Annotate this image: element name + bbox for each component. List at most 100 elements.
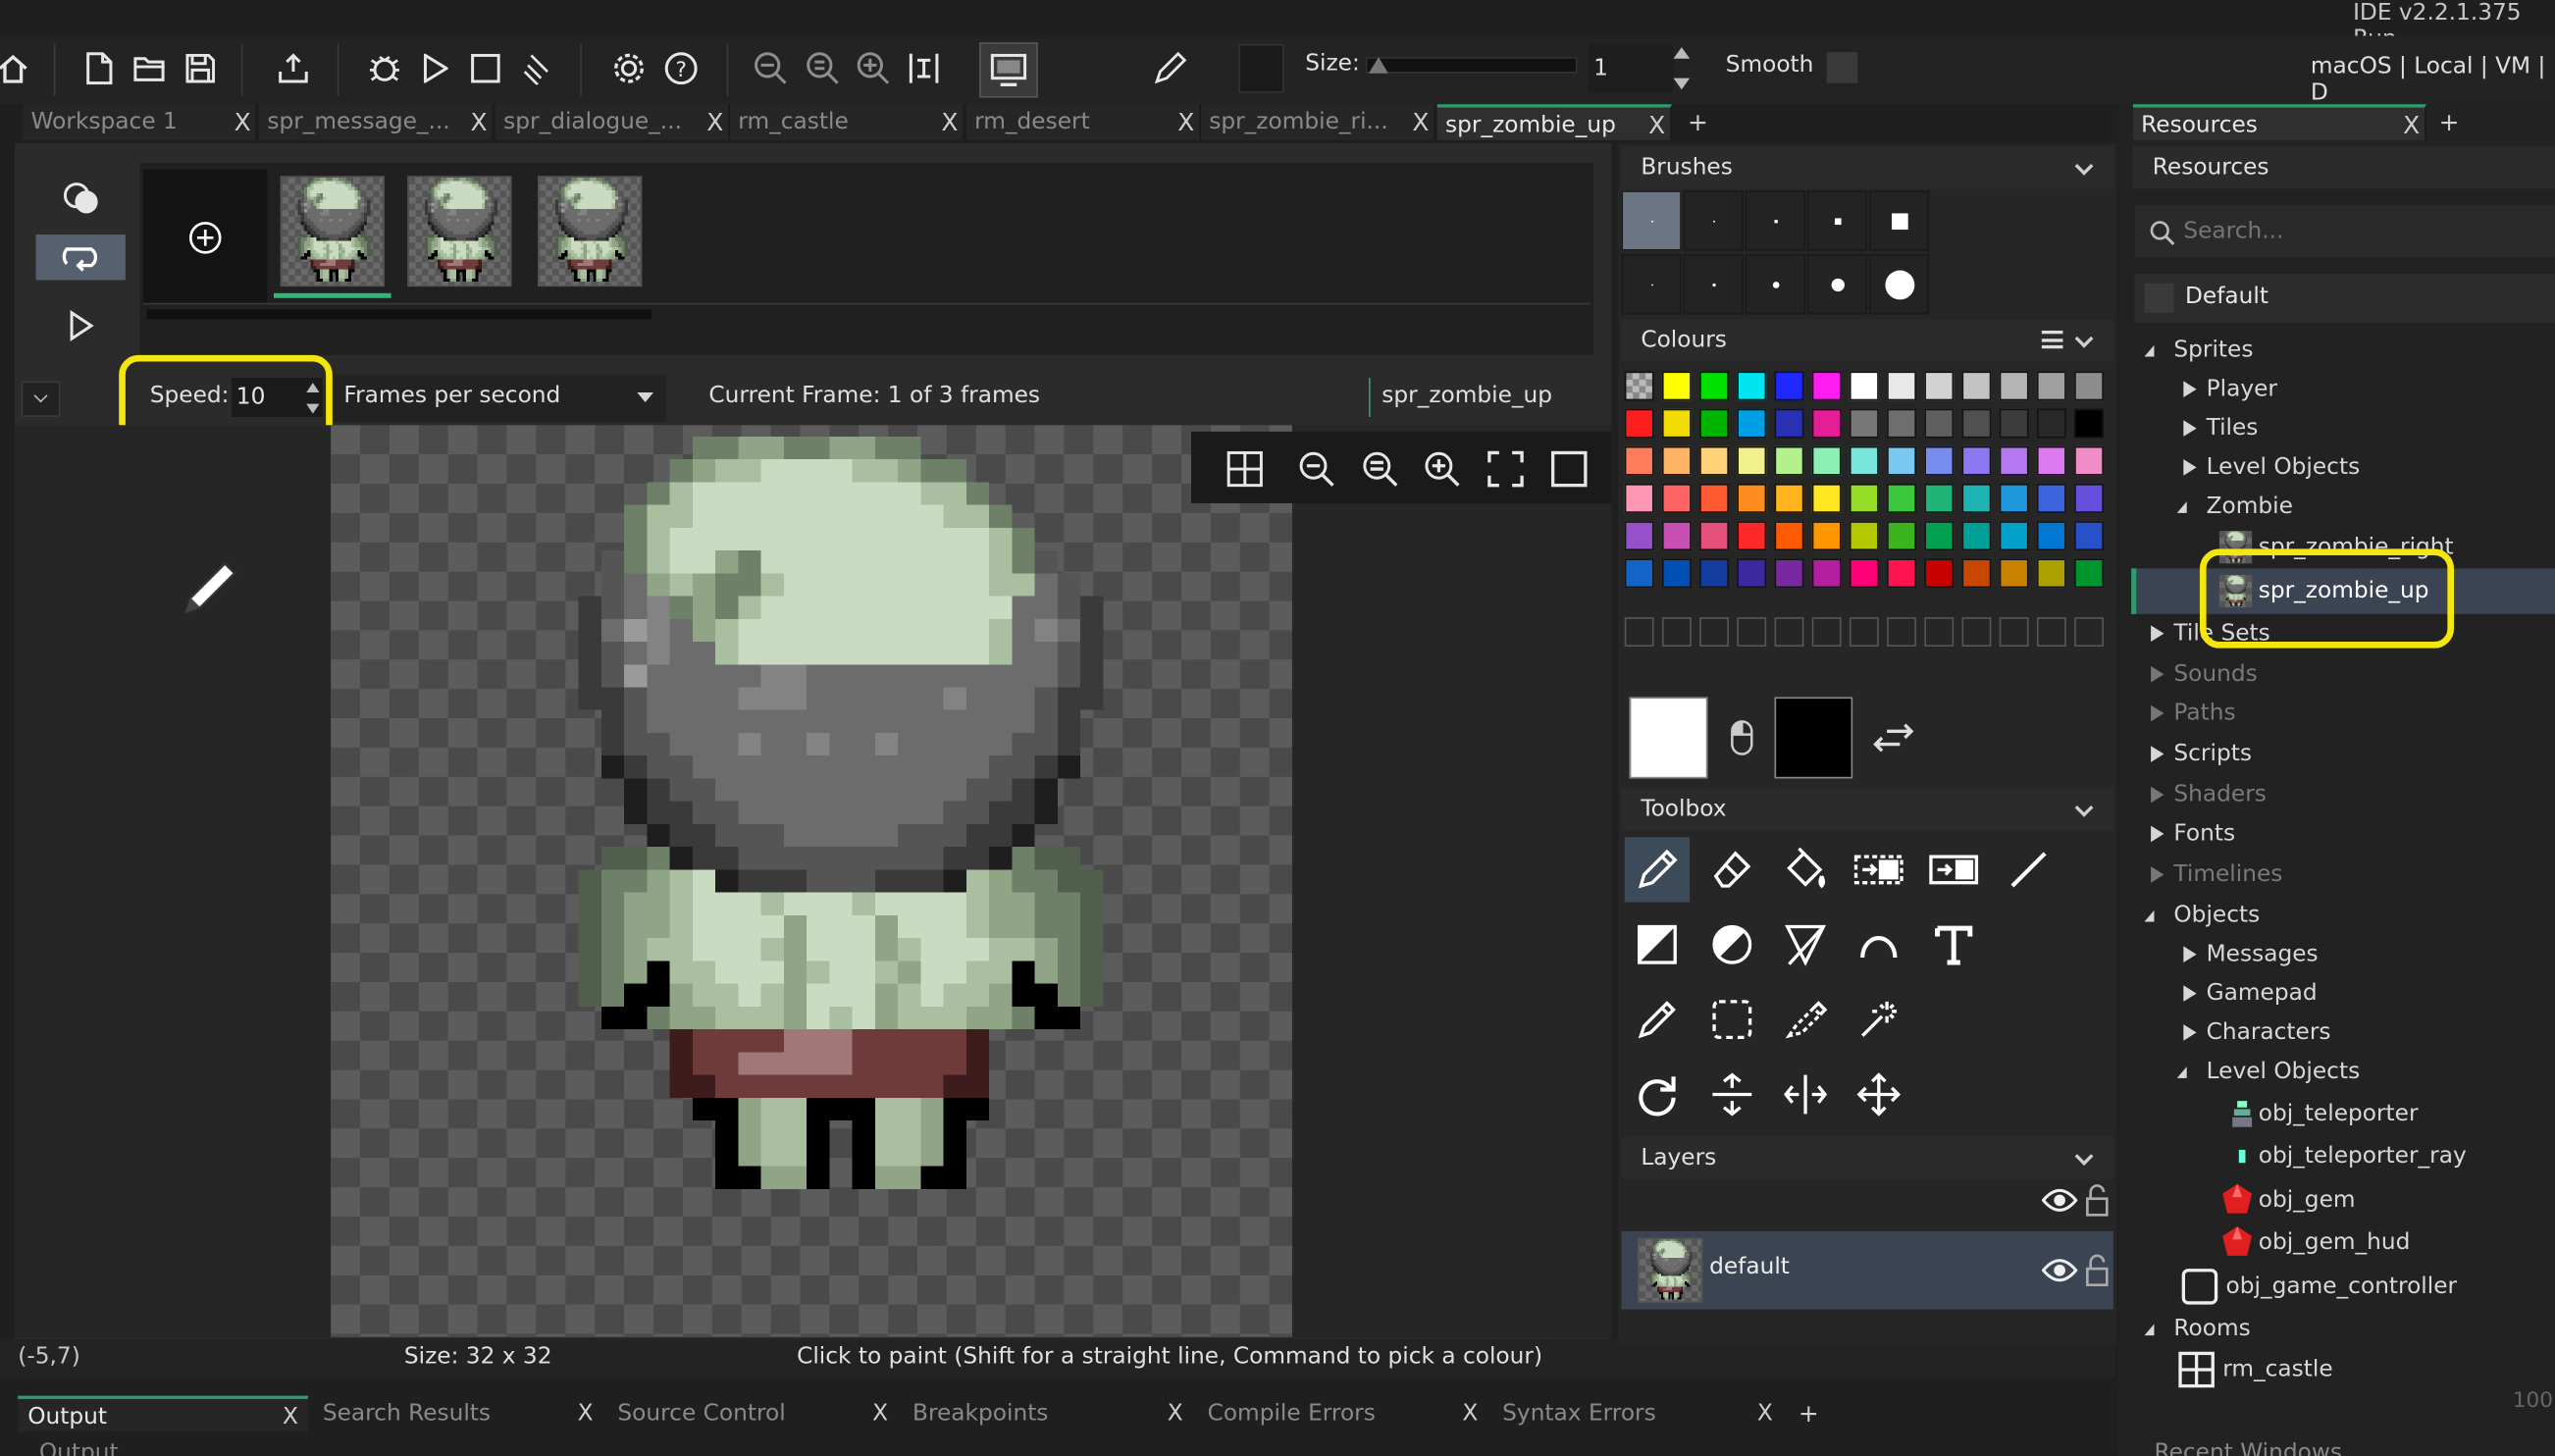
collapsed-arrow-icon[interactable] bbox=[2151, 825, 2164, 843]
colour-swatch[interactable] bbox=[1699, 521, 1730, 551]
brush-option[interactable] bbox=[1868, 253, 1930, 315]
expanded-arrow-icon[interactable] bbox=[2176, 501, 2187, 513]
colour-swatch[interactable] bbox=[1887, 445, 1916, 476]
brush-option[interactable] bbox=[1806, 190, 1868, 251]
primary-colour-swatch[interactable] bbox=[1629, 697, 1708, 779]
colour-swatch[interactable] bbox=[2074, 408, 2104, 439]
workspace-toggle-button[interactable] bbox=[979, 42, 1038, 98]
menu-icon[interactable] bbox=[2041, 330, 2063, 349]
toolbox-header[interactable]: Toolbox bbox=[1621, 788, 2113, 831]
colour-swatch[interactable] bbox=[2036, 521, 2066, 551]
select-colour-tool[interactable] bbox=[1847, 837, 1911, 902]
custom-colour-slot[interactable] bbox=[1849, 617, 1879, 648]
secondary-colour-swatch[interactable] bbox=[1774, 697, 1853, 779]
bottom-tab-search-results[interactable]: Search Results X bbox=[313, 1396, 603, 1432]
tab-rm-desert[interactable]: rm_desert X bbox=[965, 104, 1201, 140]
brush-option[interactable] bbox=[1745, 190, 1806, 251]
colour-swatch[interactable] bbox=[1849, 558, 1879, 589]
smooth-checkbox[interactable] bbox=[1826, 52, 1858, 83]
colour-swatch[interactable] bbox=[2074, 371, 2104, 401]
tab-spr-dialogue[interactable]: spr_dialogue_... X bbox=[495, 104, 730, 140]
colour-swatch[interactable] bbox=[1661, 484, 1692, 513]
colour-swatch[interactable] bbox=[2074, 558, 2104, 589]
expanded-arrow-icon[interactable] bbox=[2176, 1066, 2187, 1078]
colour-swatch[interactable] bbox=[1624, 484, 1654, 513]
eye-icon[interactable] bbox=[2040, 1184, 2079, 1217]
colour-swatch[interactable] bbox=[1887, 558, 1916, 589]
colour-swatch[interactable] bbox=[2074, 521, 2104, 551]
collapsed-arrow-icon[interactable] bbox=[2151, 786, 2164, 804]
size-up-icon[interactable] bbox=[1673, 47, 1691, 59]
size-input[interactable]: 1 bbox=[1589, 43, 1674, 93]
search-input[interactable] bbox=[2183, 215, 2542, 248]
flip-horizontal-tool[interactable] bbox=[1773, 1062, 1838, 1126]
add-frame-button[interactable] bbox=[143, 169, 268, 303]
colour-swatch[interactable] bbox=[1774, 521, 1804, 551]
speed-bar-dropdown[interactable] bbox=[21, 381, 61, 417]
colour-swatch[interactable] bbox=[1887, 521, 1916, 551]
layers-header[interactable]: Layers bbox=[1621, 1136, 2113, 1179]
colour-swatch[interactable] bbox=[1961, 558, 1992, 589]
collapsed-arrow-icon[interactable] bbox=[2151, 704, 2164, 722]
brush-option[interactable] bbox=[1806, 253, 1868, 315]
triangle-tool[interactable] bbox=[1773, 912, 1838, 977]
tab-close-icon[interactable]: X bbox=[1462, 1396, 1478, 1432]
colour-swatch[interactable] bbox=[1699, 484, 1730, 513]
tab-close-icon[interactable]: X bbox=[1757, 1396, 1773, 1432]
colour-swatch[interactable] bbox=[1924, 484, 1955, 513]
colour-swatch[interactable] bbox=[1849, 408, 1879, 439]
colour-swatch[interactable] bbox=[1737, 408, 1767, 439]
size-slider[interactable] bbox=[1365, 57, 1578, 74]
lasso-tool[interactable] bbox=[1773, 987, 1838, 1052]
rectangle-tool[interactable] bbox=[1625, 912, 1690, 977]
zoom-in-icon[interactable] bbox=[1421, 447, 1463, 490]
colour-swatch[interactable] bbox=[1961, 445, 1992, 476]
move-tool[interactable] bbox=[1847, 1062, 1911, 1126]
colour-swatch[interactable] bbox=[2036, 408, 2066, 439]
custom-colour-slot[interactable] bbox=[1999, 617, 2029, 648]
colour-swatch[interactable] bbox=[1811, 484, 1842, 513]
custom-colour-slot[interactable] bbox=[2036, 617, 2066, 648]
layer-row-default[interactable]: default bbox=[1621, 1230, 2113, 1310]
tab-rm-castle[interactable]: rm_castle X bbox=[729, 104, 965, 140]
zoom-reset-icon[interactable] bbox=[804, 49, 843, 88]
open-folder-icon[interactable] bbox=[132, 50, 169, 86]
colour-swatch[interactable] bbox=[1624, 521, 1654, 551]
colour-swatch[interactable] bbox=[1924, 371, 1955, 401]
new-file-icon[interactable] bbox=[81, 50, 118, 86]
resource-group-selector[interactable]: Default bbox=[2134, 273, 2555, 323]
collapsed-arrow-icon[interactable] bbox=[2151, 746, 2164, 762]
collapsed-arrow-icon[interactable] bbox=[2183, 985, 2197, 1002]
colour-swatch[interactable] bbox=[1624, 445, 1654, 476]
custom-colour-slot[interactable] bbox=[1887, 617, 1916, 648]
lock-icon[interactable] bbox=[2082, 1253, 2112, 1289]
colour-swatch[interactable] bbox=[1774, 445, 1804, 476]
colour-swatch[interactable] bbox=[1774, 558, 1804, 589]
custom-colour-slot[interactable] bbox=[1737, 617, 1767, 648]
swap-colours-icon[interactable] bbox=[1870, 716, 1915, 758]
colour-swatch[interactable] bbox=[2036, 445, 2066, 476]
brush-option[interactable] bbox=[1621, 253, 1682, 315]
bottom-tab-syntax-errors[interactable]: Syntax Errors X bbox=[1492, 1396, 1783, 1432]
custom-colour-slot[interactable] bbox=[1774, 617, 1804, 648]
colour-swatch[interactable] bbox=[1924, 521, 1955, 551]
bottom-tab-breakpoints[interactable]: Breakpoints X bbox=[903, 1396, 1193, 1432]
settings-icon[interactable] bbox=[609, 49, 649, 88]
collapsed-arrow-icon[interactable] bbox=[2151, 665, 2164, 683]
home-icon[interactable] bbox=[0, 49, 32, 88]
colour-swatch[interactable] bbox=[1924, 558, 1955, 589]
play-animation-icon[interactable] bbox=[59, 303, 104, 348]
colour-swatch[interactable] bbox=[1999, 521, 2029, 551]
collapsed-arrow-icon[interactable] bbox=[2151, 625, 2164, 643]
colour-swatch[interactable] bbox=[1811, 371, 1842, 401]
bottom-tab-source-control[interactable]: Source Control X bbox=[607, 1396, 898, 1432]
custom-colour-slot[interactable] bbox=[1924, 617, 1955, 648]
colour-swatch[interactable] bbox=[1699, 445, 1730, 476]
custom-colour-slot[interactable] bbox=[1699, 617, 1730, 648]
canvas-viewport[interactable] bbox=[14, 425, 1612, 1337]
brush-option[interactable] bbox=[1621, 190, 1682, 251]
eye-icon[interactable] bbox=[2040, 1254, 2079, 1286]
expanded-arrow-icon[interactable] bbox=[2144, 344, 2155, 357]
tab-close-icon[interactable]: X bbox=[1177, 104, 1194, 140]
save-icon[interactable] bbox=[182, 50, 219, 86]
